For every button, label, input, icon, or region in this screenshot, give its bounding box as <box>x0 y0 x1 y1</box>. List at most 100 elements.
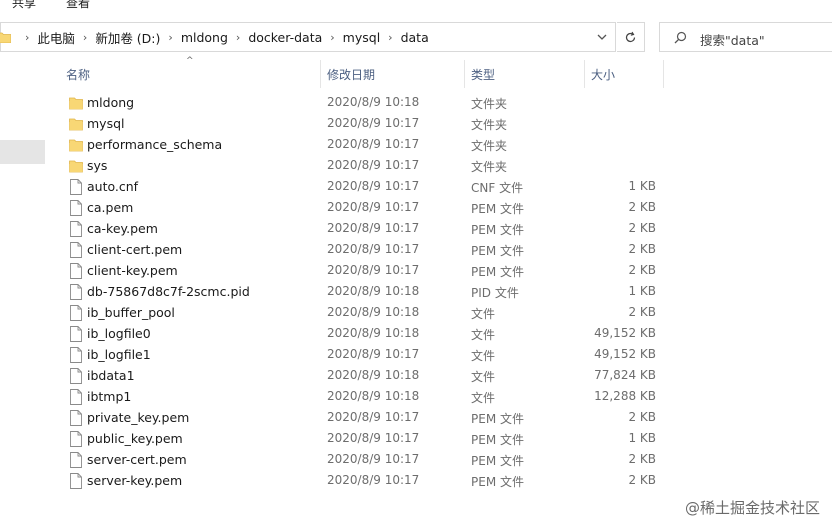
column-header-modified[interactable]: 修改日期 <box>321 60 464 88</box>
file-icon <box>69 410 83 426</box>
file-row[interactable]: ca-key.pem 2020/8/9 10:17 PEM 文件 2 KB <box>62 219 662 240</box>
file-modified-date: 2020/8/9 10:18 <box>327 95 420 109</box>
file-modified-date: 2020/8/9 10:17 <box>327 242 420 256</box>
file-row[interactable]: public_key.pem 2020/8/9 10:17 PEM 文件 1 KB <box>62 429 662 450</box>
file-type: PID 文件 <box>471 286 519 300</box>
chevron-right-icon[interactable]: › <box>25 31 29 44</box>
ribbon-tab-share[interactable]: 共享 <box>12 0 36 11</box>
file-size: 2 KB <box>628 452 656 466</box>
column-header-type[interactable]: 类型 <box>465 60 584 88</box>
folder-icon <box>69 137 83 153</box>
breadcrumb-mysql[interactable]: mysql <box>341 30 383 45</box>
file-icon <box>69 368 83 384</box>
file-modified-date: 2020/8/9 10:17 <box>327 221 420 235</box>
chevron-right-icon[interactable]: › <box>168 31 172 44</box>
file-name: sys <box>87 158 108 173</box>
file-type: PEM 文件 <box>471 412 524 426</box>
file-name: ib_logfile1 <box>87 347 151 362</box>
file-icon <box>69 200 83 216</box>
file-icon <box>69 347 83 363</box>
file-size: 77,824 KB <box>594 368 656 382</box>
breadcrumb-drive-d[interactable]: 新加卷 (D:) <box>93 28 162 47</box>
file-size: 1 KB <box>628 284 656 298</box>
file-icon <box>69 452 83 468</box>
file-name: performance_schema <box>87 137 223 152</box>
column-divider[interactable] <box>663 60 664 88</box>
chevron-right-icon[interactable]: › <box>388 31 392 44</box>
file-name: server-key.pem <box>87 473 183 488</box>
file-size: 2 KB <box>628 305 656 319</box>
file-name: private_key.pem <box>87 410 190 425</box>
file-row[interactable]: ibtmp1 2020/8/9 10:18 文件 12,288 KB <box>62 387 662 408</box>
chevron-right-icon[interactable]: › <box>236 31 240 44</box>
ribbon-tab-view[interactable]: 查看 <box>66 0 90 11</box>
file-name: db-75867d8c7f-2scmc.pid <box>87 284 250 299</box>
file-modified-date: 2020/8/9 10:18 <box>327 284 420 298</box>
file-row[interactable]: auto.cnf 2020/8/9 10:17 CNF 文件 1 KB <box>62 177 662 198</box>
breadcrumb: › 此电脑 › 新加卷 (D:) › mldong › docker-data … <box>19 23 431 51</box>
ribbon-tabs: 共享 查看 <box>0 0 832 11</box>
file-row[interactable]: ib_logfile1 2020/8/9 10:17 文件 49,152 KB <box>62 345 662 366</box>
breadcrumb-mldong[interactable]: mldong <box>179 30 230 45</box>
file-row[interactable]: db-75867d8c7f-2scmc.pid 2020/8/9 10:18 PID… <box>62 282 662 303</box>
search-icon <box>674 31 687 44</box>
file-size: 2 KB <box>628 200 656 214</box>
file-type: PEM 文件 <box>471 244 524 258</box>
file-type: 文件夹 <box>471 118 508 132</box>
file-icon <box>69 284 83 300</box>
file-icon <box>69 263 83 279</box>
file-row[interactable]: ib_logfile0 2020/8/9 10:18 文件 49,152 KB <box>62 324 662 345</box>
file-size: 2 KB <box>628 221 656 235</box>
search-box[interactable]: 搜索"data" <box>659 22 832 52</box>
file-size: 49,152 KB <box>594 326 656 340</box>
chevron-right-icon[interactable]: › <box>83 31 87 44</box>
file-row[interactable]: client-cert.pem 2020/8/9 10:17 PEM 文件 2 KB <box>62 240 662 261</box>
chevron-right-icon[interactable]: › <box>330 31 334 44</box>
folder-row[interactable]: sys 2020/8/9 10:17 文件夹 <box>62 156 662 177</box>
file-name: ca-key.pem <box>87 221 158 236</box>
file-size: 2 KB <box>628 473 656 487</box>
file-row[interactable]: server-cert.pem 2020/8/9 10:17 PEM 文件 2 KB <box>62 450 662 471</box>
file-name: client-key.pem <box>87 263 178 278</box>
file-size: 49,152 KB <box>594 347 656 361</box>
file-name: public_key.pem <box>87 431 183 446</box>
file-icon <box>69 389 83 405</box>
breadcrumb-this-pc[interactable]: 此电脑 <box>35 28 77 47</box>
chevron-down-icon[interactable] <box>597 32 607 42</box>
file-icon <box>69 305 83 321</box>
file-type: CNF 文件 <box>471 181 524 195</box>
file-modified-date: 2020/8/9 10:17 <box>327 473 420 487</box>
file-row[interactable]: client-key.pem 2020/8/9 10:17 PEM 文件 2 KB <box>62 261 662 282</box>
search-placeholder: 搜索"data" <box>700 33 765 48</box>
refresh-button[interactable] <box>617 22 645 52</box>
file-name: ib_buffer_pool <box>87 305 175 320</box>
file-type: 文件 <box>471 307 496 321</box>
file-size: 12,288 KB <box>594 389 656 403</box>
file-icon <box>69 221 83 237</box>
file-row[interactable]: ib_buffer_pool 2020/8/9 10:18 文件 2 KB <box>62 303 662 324</box>
file-modified-date: 2020/8/9 10:17 <box>327 200 420 214</box>
folder-row[interactable]: mldong 2020/8/9 10:18 文件夹 <box>62 93 662 114</box>
breadcrumb-data[interactable]: data <box>399 30 431 45</box>
breadcrumb-docker-data[interactable]: docker-data <box>246 30 324 45</box>
file-type: PEM 文件 <box>471 202 524 216</box>
file-row[interactable]: ca.pem 2020/8/9 10:17 PEM 文件 2 KB <box>62 198 662 219</box>
file-row[interactable]: private_key.pem 2020/8/9 10:17 PEM 文件 2 KB <box>62 408 662 429</box>
file-row[interactable]: server-key.pem 2020/8/9 10:17 PEM 文件 2 KB <box>62 471 662 492</box>
column-header-name[interactable]: 名称 <box>62 60 320 88</box>
file-modified-date: 2020/8/9 10:18 <box>327 305 420 319</box>
file-row[interactable]: ibdata1 2020/8/9 10:18 文件 77,824 KB <box>62 366 662 387</box>
file-modified-date: 2020/8/9 10:18 <box>327 389 420 403</box>
file-type: 文件 <box>471 349 496 363</box>
folder-row[interactable]: performance_schema 2020/8/9 10:17 文件夹 <box>62 135 662 156</box>
column-header-size[interactable]: 大小 <box>585 60 663 88</box>
file-size: 2 KB <box>628 410 656 424</box>
folder-icon <box>69 116 83 132</box>
file-icon <box>69 473 83 489</box>
address-bar[interactable]: › 此电脑 › 新加卷 (D:) › mldong › docker-data … <box>0 22 616 52</box>
nav-pane-selected-item[interactable] <box>0 140 45 164</box>
file-icon <box>69 431 83 447</box>
file-modified-date: 2020/8/9 10:17 <box>327 347 420 361</box>
folder-row[interactable]: mysql 2020/8/9 10:17 文件夹 <box>62 114 662 135</box>
file-name: client-cert.pem <box>87 242 183 257</box>
